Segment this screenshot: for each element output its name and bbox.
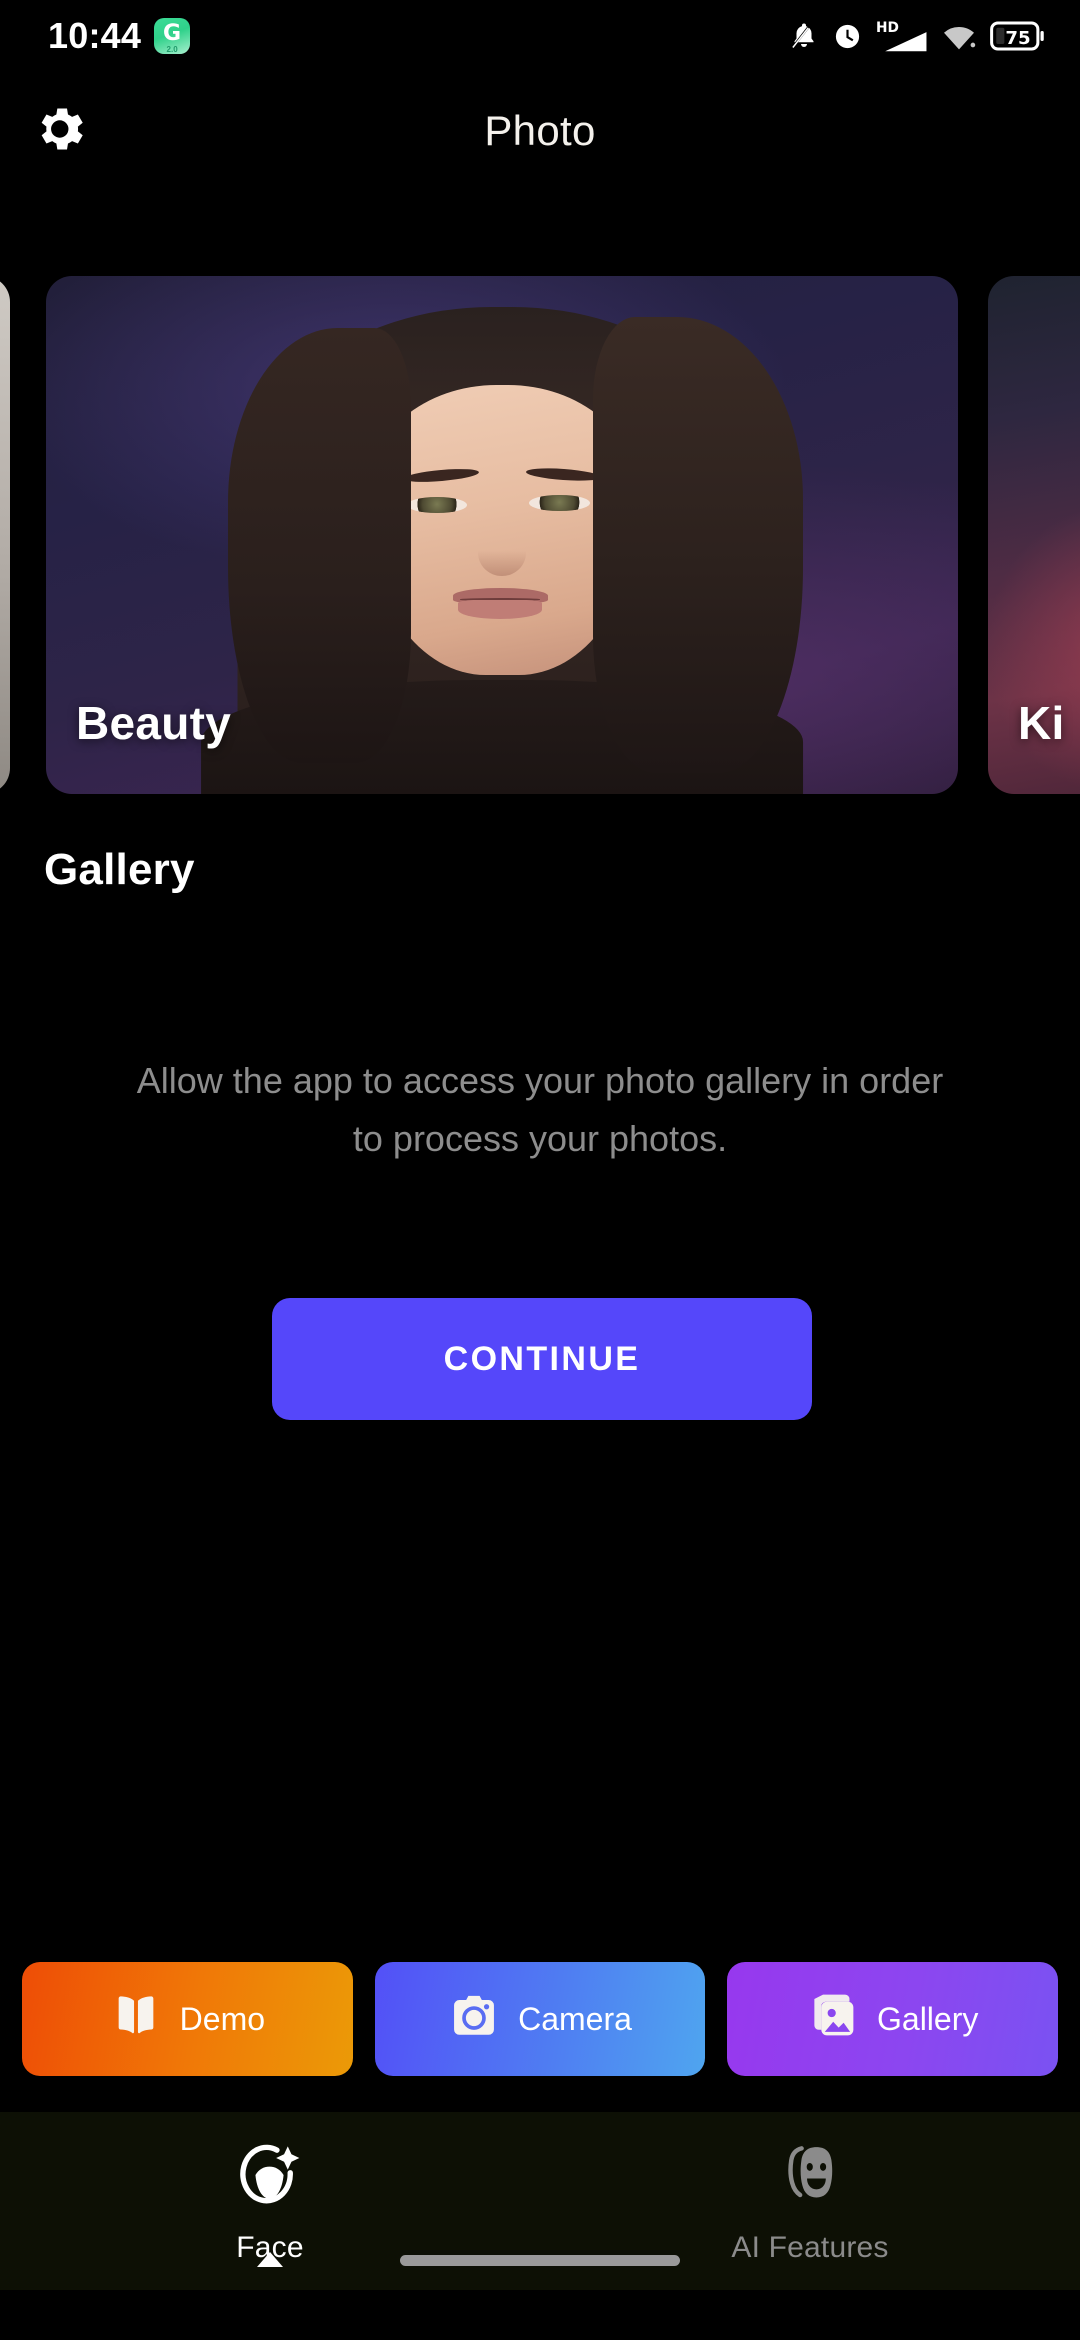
settings-button[interactable] [18, 89, 102, 173]
nav-item-ai-features[interactable]: AI Features [540, 2112, 1080, 2265]
gesture-navigation-bar[interactable] [400, 2255, 680, 2266]
gallery-permission-text: Allow the app to access your photo galle… [136, 1060, 944, 1159]
category-carousel[interactable]: Beauty Ki [0, 276, 1080, 794]
page-title: Photo [484, 107, 596, 154]
nav-item-ai-features-label: AI Features [731, 2231, 889, 2264]
status-bar-right: HD 75 [789, 19, 1046, 53]
carousel-card-previous[interactable] [0, 276, 10, 794]
camera-button[interactable]: Camera [374, 1962, 706, 2076]
hd-signal-icon: HD [876, 19, 928, 53]
carousel-card-label: Beauty [76, 697, 232, 749]
bottom-navigation: Face AI Features [0, 2112, 1080, 2290]
gear-icon [31, 100, 89, 163]
carousel-card-beauty[interactable]: Beauty [46, 276, 958, 794]
phone-screen: 10:44 G 2.0 HD 75 Photo Beauty Ki Galler… [0, 0, 1080, 2340]
notification-app-badge-icon: G 2.0 [154, 18, 191, 54]
demo-button-label: Demo [179, 2000, 266, 2037]
section-title-gallery: Gallery [44, 845, 195, 894]
face-sparkle-icon [235, 2140, 305, 2219]
svg-text:HD: HD [876, 20, 899, 36]
demo-button[interactable]: Demo [22, 1962, 353, 2076]
camera-button-label: Camera [518, 2000, 632, 2037]
app-badge-version: 2.0 [166, 45, 178, 54]
carousel-card-label-next: Ki [1018, 697, 1065, 749]
status-bar-left: 10:44 G 2.0 [48, 15, 191, 57]
app-header: Photo [0, 72, 1080, 190]
action-button-row: Demo Camera Gallery [0, 1962, 1080, 2076]
battery-icon: 75 [990, 21, 1046, 51]
theater-mask-icon [775, 2140, 845, 2219]
book-icon [110, 1989, 162, 2049]
images-icon [807, 1989, 859, 2049]
status-bar-clock: 10:44 [48, 15, 142, 56]
alarm-clock-icon [833, 22, 862, 51]
carousel-card-next[interactable]: Ki [988, 276, 1080, 794]
camera-icon [448, 1989, 500, 2049]
gallery-button[interactable]: Gallery [727, 1962, 1059, 2076]
svg-text:75: 75 [1005, 28, 1030, 49]
app-badge-glyph: G [163, 21, 182, 46]
continue-button[interactable]: CONTINUE [272, 1298, 812, 1420]
nav-item-face[interactable]: Face [0, 2112, 540, 2267]
nav-active-indicator [257, 2252, 283, 2267]
notifications-muted-icon [789, 20, 819, 52]
wifi-icon [942, 21, 976, 51]
status-bar: 10:44 G 2.0 HD 75 [0, 0, 1080, 72]
gallery-button-label: Gallery [877, 2000, 979, 2037]
